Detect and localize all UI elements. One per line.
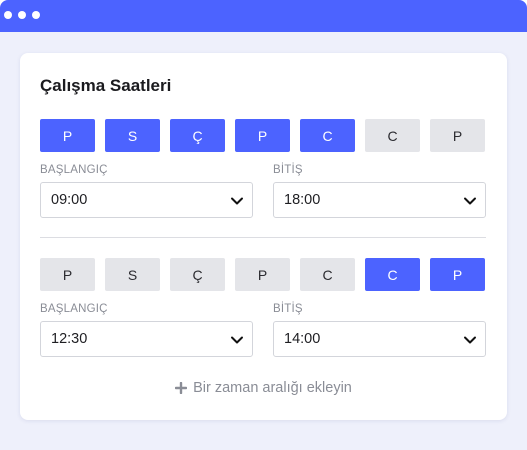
start-time-value: 09:00	[51, 192, 88, 208]
app-window: Çalışma Saatleri P S Ç P C C P BAŞLANGIÇ…	[0, 0, 527, 450]
end-time-value: 18:00	[284, 192, 321, 208]
day-toggle-thursday[interactable]: P	[235, 119, 290, 152]
end-time-label: BİTİŞ	[273, 164, 303, 176]
chevron-down-icon	[464, 336, 476, 344]
day-toggle-sunday[interactable]: P	[430, 119, 485, 152]
day-toggle-wednesday[interactable]: Ç	[170, 119, 225, 152]
end-time-value: 14:00	[284, 331, 321, 347]
window-dot-icon	[32, 11, 40, 19]
window-dot-icon	[18, 11, 26, 19]
day-toggle-friday[interactable]: C	[300, 258, 355, 291]
plus-icon	[175, 382, 188, 394]
chevron-down-icon	[464, 197, 476, 205]
window-titlebar	[0, 0, 527, 32]
start-time-select[interactable]: 12:30	[40, 321, 253, 357]
day-toggle-thursday[interactable]: P	[235, 258, 290, 291]
end-time-label: BİTİŞ	[273, 303, 303, 315]
add-time-range-label: Bir zaman aralığı ekleyin	[193, 380, 352, 396]
chevron-down-icon	[231, 197, 243, 205]
day-toggle-friday[interactable]: C	[300, 119, 355, 152]
end-time-select[interactable]: 18:00	[273, 182, 486, 218]
day-selector: P S Ç P C C P	[40, 119, 485, 152]
day-toggle-tuesday[interactable]: S	[105, 258, 160, 291]
day-toggle-sunday[interactable]: P	[430, 258, 485, 291]
day-toggle-wednesday[interactable]: Ç	[170, 258, 225, 291]
start-time-select[interactable]: 09:00	[40, 182, 253, 218]
day-toggle-monday[interactable]: P	[40, 119, 95, 152]
start-time-label: BAŞLANGIÇ	[40, 303, 108, 315]
working-hours-card: Çalışma Saatleri P S Ç P C C P BAŞLANGIÇ…	[20, 53, 507, 420]
day-toggle-saturday[interactable]: C	[365, 258, 420, 291]
chevron-down-icon	[231, 336, 243, 344]
end-time-select[interactable]: 14:00	[273, 321, 486, 357]
card-title: Çalışma Saatleri	[40, 76, 172, 95]
start-time-value: 12:30	[51, 331, 88, 347]
day-toggle-monday[interactable]: P	[40, 258, 95, 291]
add-time-range-button[interactable]: Bir zaman aralığı ekleyin	[20, 378, 507, 398]
day-selector: P S Ç P C C P	[40, 258, 485, 291]
range-divider	[40, 237, 486, 238]
window-dot-icon	[4, 11, 12, 19]
day-toggle-tuesday[interactable]: S	[105, 119, 160, 152]
start-time-label: BAŞLANGIÇ	[40, 164, 108, 176]
day-toggle-saturday[interactable]: C	[365, 119, 420, 152]
